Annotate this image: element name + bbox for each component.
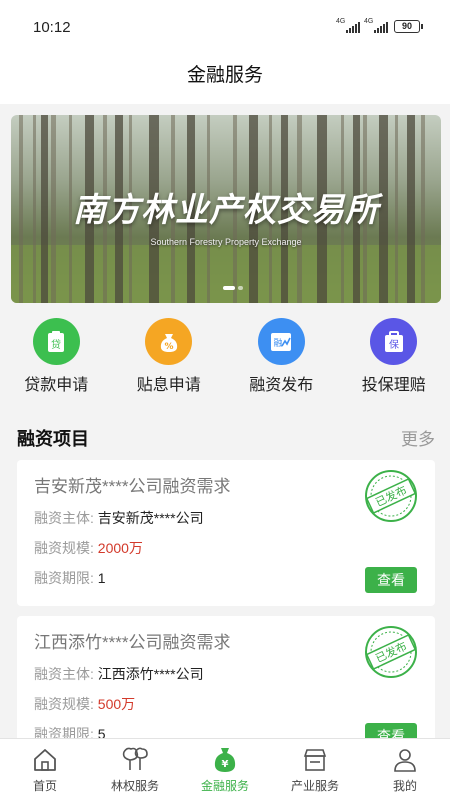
published-stamp-icon: 已发布 [365, 470, 417, 522]
quick-action-label: 投保理赔 [361, 377, 426, 394]
status-time: 10:12 [33, 19, 71, 36]
svg-text:%: % [164, 342, 173, 352]
status-icons: 4G 4G 90 [336, 18, 423, 33]
carousel-dot[interactable] [223, 286, 235, 290]
interest-subsidy-button[interactable]: % 贴息申请 [113, 318, 226, 400]
tab-label: 首页 [32, 779, 57, 793]
insurance-icon: 保 [370, 318, 418, 365]
quick-action-label: 融资发布 [249, 377, 314, 394]
insurance-claim-button[interactable]: 保 投保理赔 [338, 318, 450, 400]
tab-forest-rights[interactable]: 林权服务 [90, 739, 180, 800]
svg-text:融: 融 [274, 338, 283, 349]
tree-icon [90, 745, 180, 775]
status-bar: 10:12 4G 4G 90 [0, 0, 450, 52]
loan-icon: 贷 [32, 318, 80, 365]
loan-apply-button[interactable]: 贷 贷款申请 [0, 318, 113, 400]
quick-action-label: 贴息申请 [136, 377, 201, 394]
project-title: 江西添竹****公司融资需求 [34, 633, 231, 652]
financing-publish-button[interactable]: 融 融资发布 [225, 318, 338, 400]
term-value: 1 [97, 570, 106, 586]
subject-value: 吉安新茂****公司 [97, 510, 204, 526]
published-stamp-icon: 已发布 [365, 626, 417, 678]
tab-home[interactable]: 首页 [0, 739, 90, 800]
view-button[interactable]: 查看 [365, 567, 417, 593]
signal-icon: 4G [336, 18, 360, 33]
svg-text:保: 保 [389, 338, 399, 351]
financing-icon: 融 [257, 318, 305, 365]
subject-row: 融资主体: 江西添竹****公司 [34, 666, 204, 682]
section-header: 融资项目 更多 [0, 420, 450, 452]
money-bag-icon: % [145, 318, 193, 365]
scale-row: 融资规模: 500万 [34, 696, 136, 712]
home-icon [0, 745, 90, 775]
tab-label: 我的 [392, 779, 417, 793]
store-icon [270, 745, 360, 775]
more-link[interactable]: 更多 [401, 425, 435, 450]
banner[interactable]: 南方林业产权交易所 Southern Forestry Property Exc… [11, 115, 441, 303]
scale-row: 融资规模: 2000万 [34, 540, 143, 556]
carousel-dot[interactable] [238, 286, 243, 290]
carousel-indicator[interactable] [223, 286, 243, 290]
tab-mine[interactable]: 我的 [360, 739, 450, 800]
user-icon [360, 745, 450, 775]
project-card[interactable]: 吉安新茂****公司融资需求 融资主体: 吉安新茂****公司 融资规模: 20… [17, 460, 435, 606]
quick-actions: 贷 贷款申请 % 贴息申请 融 融资发布 保 投保理赔 [0, 318, 450, 400]
banner-subtitle: Southern Forestry Property Exchange [150, 237, 302, 247]
tab-label: 产业服务 [290, 779, 339, 793]
money-bag-icon: ¥ [180, 745, 270, 775]
section-title: 融资项目 [17, 429, 89, 449]
subject-row: 融资主体: 吉安新茂****公司 [34, 510, 204, 526]
term-row: 融资期限: 1 [34, 570, 106, 586]
tab-industry[interactable]: 产业服务 [270, 739, 360, 800]
tab-label: 金融服务 [200, 779, 249, 793]
tab-label: 林权服务 [110, 779, 159, 793]
svg-text:贷: 贷 [51, 338, 61, 351]
tab-finance[interactable]: ¥ 金融服务 [180, 739, 270, 800]
subject-value: 江西添竹****公司 [97, 666, 204, 682]
signal-icon: 4G [364, 18, 388, 33]
scale-value: 500万 [97, 696, 136, 712]
banner-title: 南方林业产权交易所 [73, 191, 379, 228]
page-title: 金融服务 [0, 52, 450, 104]
bottom-tab-bar: 首页 林权服务 ¥ 金融服务 产业服务 我的 [0, 738, 450, 800]
battery-icon: 90 [394, 20, 423, 33]
svg-text:¥: ¥ [222, 759, 229, 770]
scale-value: 2000万 [97, 540, 143, 556]
project-title: 吉安新茂****公司融资需求 [34, 477, 231, 496]
quick-action-label: 贷款申请 [24, 377, 89, 394]
